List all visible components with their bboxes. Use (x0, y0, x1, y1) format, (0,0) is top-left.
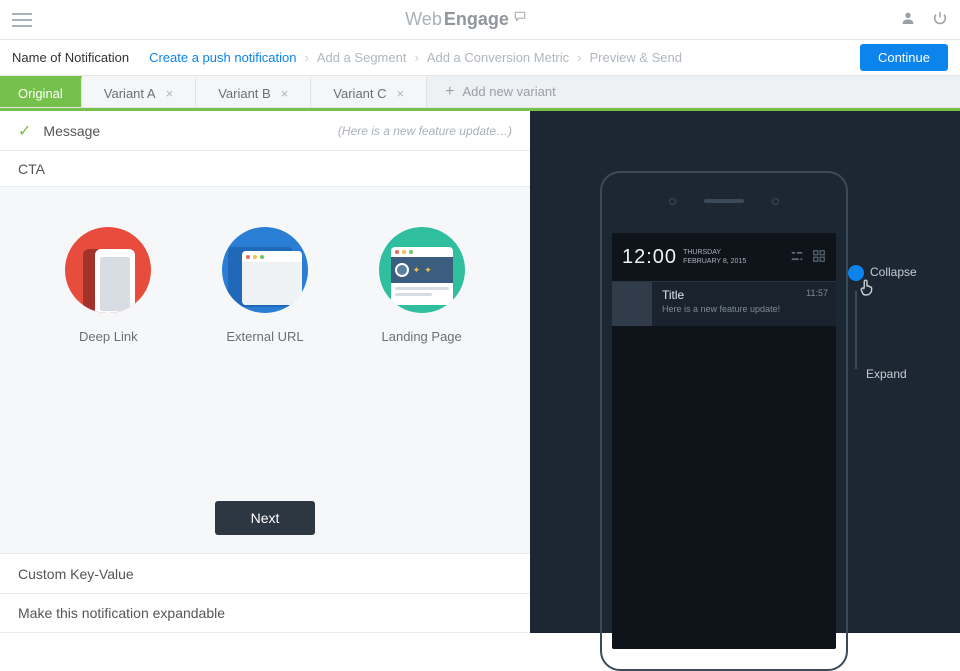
landing-page-icon: ✦✦ (379, 227, 465, 313)
settings-sliders-icon (790, 249, 804, 266)
section-label: Make this notification expandable (18, 605, 225, 621)
close-icon[interactable]: × (166, 86, 174, 101)
section-cta-label: CTA (18, 161, 45, 177)
cta-option-deep-link[interactable]: Deep Link (65, 227, 151, 344)
close-icon[interactable]: × (397, 86, 405, 101)
cta-option-external-url[interactable]: External URL (222, 227, 308, 344)
cta-body: Deep Link Exter (0, 187, 530, 553)
phone-sensor-icon (772, 198, 779, 205)
slider-track (855, 291, 857, 369)
cta-label: Landing Page (382, 329, 462, 344)
section-expandable[interactable]: Make this notification expandable (0, 593, 530, 633)
tab-variant-c[interactable]: Variant C × (311, 76, 427, 107)
tab-label: Variant C (333, 86, 386, 101)
step-preview[interactable]: Preview & Send (590, 50, 683, 65)
expand-label: Expand (866, 367, 907, 381)
cta-label: Deep Link (79, 329, 138, 344)
continue-button[interactable]: Continue (860, 44, 948, 71)
step-segment[interactable]: Add a Segment (317, 50, 407, 65)
chevron-right-icon: › (414, 50, 418, 65)
collapse-label: Collapse (870, 265, 917, 279)
tab-original[interactable]: Original (0, 76, 82, 107)
next-button[interactable]: Next (215, 501, 316, 535)
cta-label: External URL (226, 329, 303, 344)
tab-label: Variant A (104, 86, 156, 101)
grid-icon (812, 249, 826, 266)
breadcrumb: Create a push notification › Add a Segme… (149, 50, 840, 65)
notification-text: Here is a new feature update! (662, 304, 828, 314)
preview-day: THURSDAY (683, 248, 746, 257)
step-conversion[interactable]: Add a Conversion Metric (427, 50, 569, 65)
check-icon: ✓ (18, 121, 31, 141)
preview-panel: 12:00 THURSDAY FEBRUARY 8, 2015 (530, 111, 960, 633)
variant-tabs: Original Variant A × Variant B × Variant… (0, 76, 960, 108)
tab-variant-a[interactable]: Variant A × (82, 76, 196, 107)
plus-icon: + (445, 83, 454, 101)
phone-screen: 12:00 THURSDAY FEBRUARY 8, 2015 (612, 233, 836, 649)
notification-app-icon (612, 282, 652, 326)
cta-option-landing-page[interactable]: ✦✦ Landing Page (379, 227, 465, 344)
notification-time: 11:57 (806, 288, 828, 298)
section-label: Custom Key-Value (18, 566, 134, 582)
chevron-right-icon: › (577, 50, 581, 65)
notification-preview: Title Here is a new feature update! 11:5… (612, 282, 836, 326)
preview-date: FEBRUARY 8, 2015 (683, 257, 746, 266)
add-variant-button[interactable]: + Add new variant (427, 76, 574, 107)
speech-bubble-icon (513, 8, 527, 20)
add-variant-label: Add new variant (462, 84, 555, 99)
main: ✓ Message (Here is a new feature update…… (0, 111, 960, 633)
section-custom-key-value[interactable]: Custom Key-Value (0, 553, 530, 593)
user-icon[interactable] (900, 10, 916, 29)
tab-original-label: Original (18, 86, 63, 101)
power-icon[interactable] (932, 10, 948, 29)
step-create[interactable]: Create a push notification (149, 50, 296, 65)
phone-frame: 12:00 THURSDAY FEBRUARY 8, 2015 (600, 171, 848, 671)
section-message-label: Message (43, 123, 100, 139)
pointer-hand-icon (856, 277, 878, 304)
preview-clock: 12:00 (622, 246, 677, 269)
brand-logo: WebEngage (32, 9, 900, 30)
phone-speaker-icon (704, 199, 744, 203)
close-icon[interactable]: × (281, 86, 289, 101)
phone-sensor-icon (669, 198, 676, 205)
menu-icon[interactable] (12, 13, 32, 27)
section-cta-header: CTA (0, 151, 530, 187)
external-url-icon (222, 227, 308, 313)
section-message[interactable]: ✓ Message (Here is a new feature update…… (0, 111, 530, 151)
editor-panel: ✓ Message (Here is a new feature update…… (0, 111, 530, 633)
brand-part2: Engage (444, 9, 509, 30)
chevron-right-icon: › (305, 50, 309, 65)
brand-part1: Web (405, 9, 442, 30)
subheader: Name of Notification Create a push notif… (0, 40, 960, 76)
tab-label: Variant B (218, 86, 271, 101)
page-title: Name of Notification (12, 50, 129, 65)
deep-link-icon (65, 227, 151, 313)
section-message-hint: (Here is a new feature update…) (338, 124, 512, 138)
notification-title: Title (662, 288, 828, 302)
tab-variant-b[interactable]: Variant B × (196, 76, 311, 107)
topbar: WebEngage (0, 0, 960, 40)
